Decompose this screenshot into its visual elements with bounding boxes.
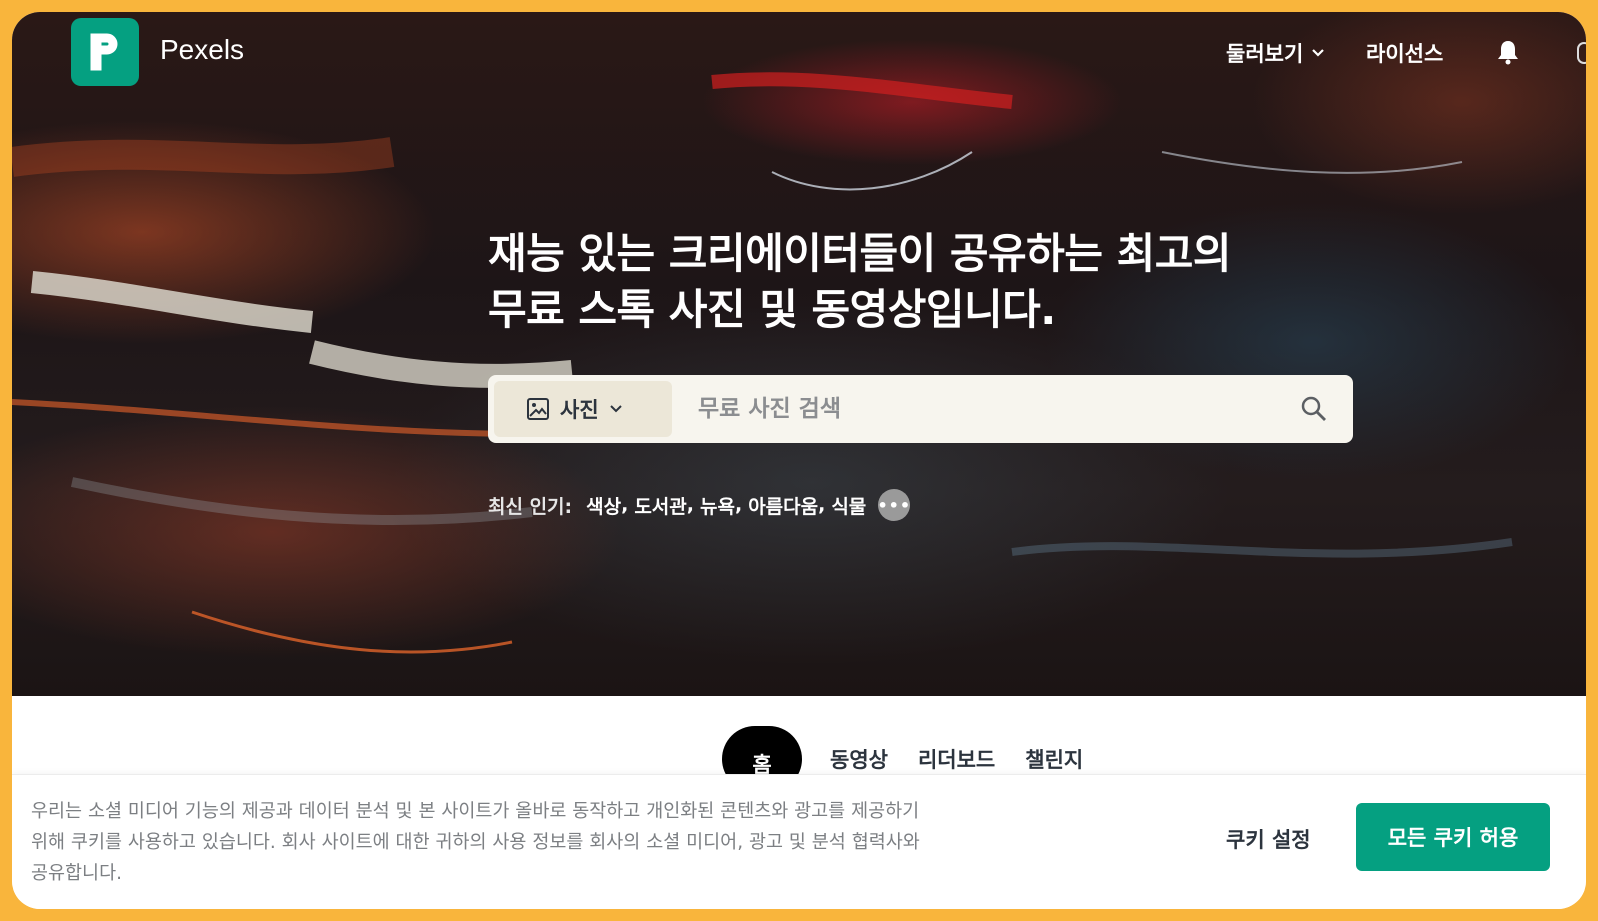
search-input[interactable] <box>698 387 1258 431</box>
trending-link[interactable]: 뉴욕 <box>700 492 735 519</box>
hero-headline: 재능 있는 크리에이터들이 공유하는 최고의 무료 스톡 사진 및 동영상입니다… <box>488 226 1368 338</box>
pexels-logo-icon[interactable] <box>71 18 139 86</box>
explore-menu[interactable]: 둘러보기 <box>1226 38 1325 68</box>
search-type-label: 사진 <box>560 398 599 422</box>
cookie-settings-button[interactable]: 쿠키 설정 <box>1226 824 1311 854</box>
brand-name[interactable]: Pexels <box>160 34 244 66</box>
trending-label: 최신 인기: <box>488 495 573 518</box>
chevron-down-icon <box>609 405 622 413</box>
bell-icon[interactable] <box>1496 39 1520 69</box>
tab-leaderboard[interactable]: 리더보드 <box>918 744 995 774</box>
hero-background-image <box>12 72 1513 654</box>
image-icon <box>527 398 549 420</box>
cookie-banner: 우리는 소셜 미디어 기능의 제공과 데이터 분석 및 본 사이트가 올바로 동… <box>12 774 1586 909</box>
trending-link[interactable]: 식물 <box>831 492 866 519</box>
avatar[interactable] <box>1577 42 1586 64</box>
tab-challenges[interactable]: 챌린지 <box>1025 744 1083 774</box>
search-icon[interactable] <box>1300 395 1328 427</box>
cookie-message: 우리는 소셜 미디어 기능의 제공과 데이터 분석 및 본 사이트가 올바로 동… <box>31 801 920 884</box>
license-link[interactable]: 라이선스 <box>1366 38 1443 68</box>
headline-line-2: 무료 스톡 사진 및 동영상입니다. <box>488 285 1056 334</box>
accept-all-cookies-button[interactable]: 모든 쿠키 허용 <box>1356 803 1550 871</box>
trending-link[interactable]: 색상 <box>586 492 621 519</box>
search-bar: 사진 <box>488 375 1353 443</box>
trending-searches: 최신 인기: 색상, 도서관, 뉴욕, 아름다움, 식물 ••• <box>488 489 911 521</box>
headline-line-1: 재능 있는 크리에이터들이 공유하는 최고의 <box>488 229 1232 278</box>
trending-link[interactable]: 아름다움 <box>748 492 818 519</box>
chevron-down-icon <box>1312 49 1325 57</box>
explore-label: 둘러보기 <box>1226 42 1304 66</box>
more-trending-button[interactable]: ••• <box>877 489 911 521</box>
trending-link[interactable]: 도서관 <box>634 492 686 519</box>
top-navigation: Pexels 둘러보기 라이선스 <box>12 12 1586 92</box>
browser-viewport: Pexels 둘러보기 라이선스 재능 있는 크리에이터들이 공유하는 최고의 … <box>12 12 1586 909</box>
hero-banner: Pexels 둘러보기 라이선스 재능 있는 크리에이터들이 공유하는 최고의 … <box>12 12 1586 696</box>
search-type-dropdown[interactable]: 사진 <box>494 381 672 437</box>
tab-videos[interactable]: 동영상 <box>830 744 888 774</box>
